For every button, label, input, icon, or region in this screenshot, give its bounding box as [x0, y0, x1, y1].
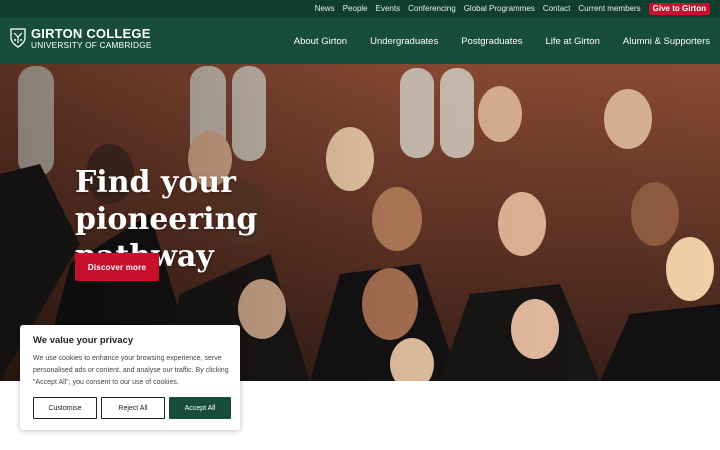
- utility-link-current-members[interactable]: Current members: [578, 0, 640, 18]
- cookie-body-text: We use cookies to enhance your browsing …: [33, 355, 229, 386]
- logo-name: GIRTON COLLEGE: [31, 26, 151, 41]
- logo-subtitle: UNIVERSITY OF CAMBRIDGE: [31, 40, 152, 50]
- utility-link-events[interactable]: Events: [376, 0, 400, 18]
- accept-all-button[interactable]: Accept All: [169, 397, 231, 419]
- discover-more-button[interactable]: Discover more: [75, 253, 159, 281]
- nav-undergraduates[interactable]: Undergraduates: [370, 36, 438, 47]
- give-to-girton-button[interactable]: Give to Girton: [648, 3, 710, 15]
- utility-link-people[interactable]: People: [343, 0, 368, 18]
- reject-all-button[interactable]: Reject All: [101, 397, 165, 419]
- utility-link-news[interactable]: News: [315, 0, 335, 18]
- customise-button[interactable]: Customise: [33, 397, 97, 419]
- college-crest-icon: [10, 28, 26, 48]
- main-nav: About Girton Undergraduates Postgraduate…: [294, 18, 710, 64]
- cookie-title: We value your privacy: [33, 335, 134, 346]
- utility-link-contact[interactable]: Contact: [543, 0, 571, 18]
- utility-link-global-programmes[interactable]: Global Programmes: [464, 0, 535, 18]
- nav-life-at-girton[interactable]: Life at Girton: [545, 36, 599, 47]
- nav-postgraduates[interactable]: Postgraduates: [461, 36, 522, 47]
- utility-link-conferencing[interactable]: Conferencing: [408, 0, 456, 18]
- nav-about-girton[interactable]: About Girton: [294, 36, 347, 47]
- college-logo[interactable]: GIRTON COLLEGE UNIVERSITY OF CAMBRIDGE: [10, 27, 152, 49]
- utility-bar: News People Events Conferencing Global P…: [0, 0, 720, 18]
- nav-alumni-supporters[interactable]: Alumni & Supporters: [623, 36, 710, 47]
- main-header: GIRTON COLLEGE UNIVERSITY OF CAMBRIDGE A…: [0, 18, 720, 64]
- cookie-actions: Customise Reject All Accept All: [33, 397, 231, 419]
- cookie-consent-dialog: We value your privacy We use cookies to …: [20, 325, 240, 430]
